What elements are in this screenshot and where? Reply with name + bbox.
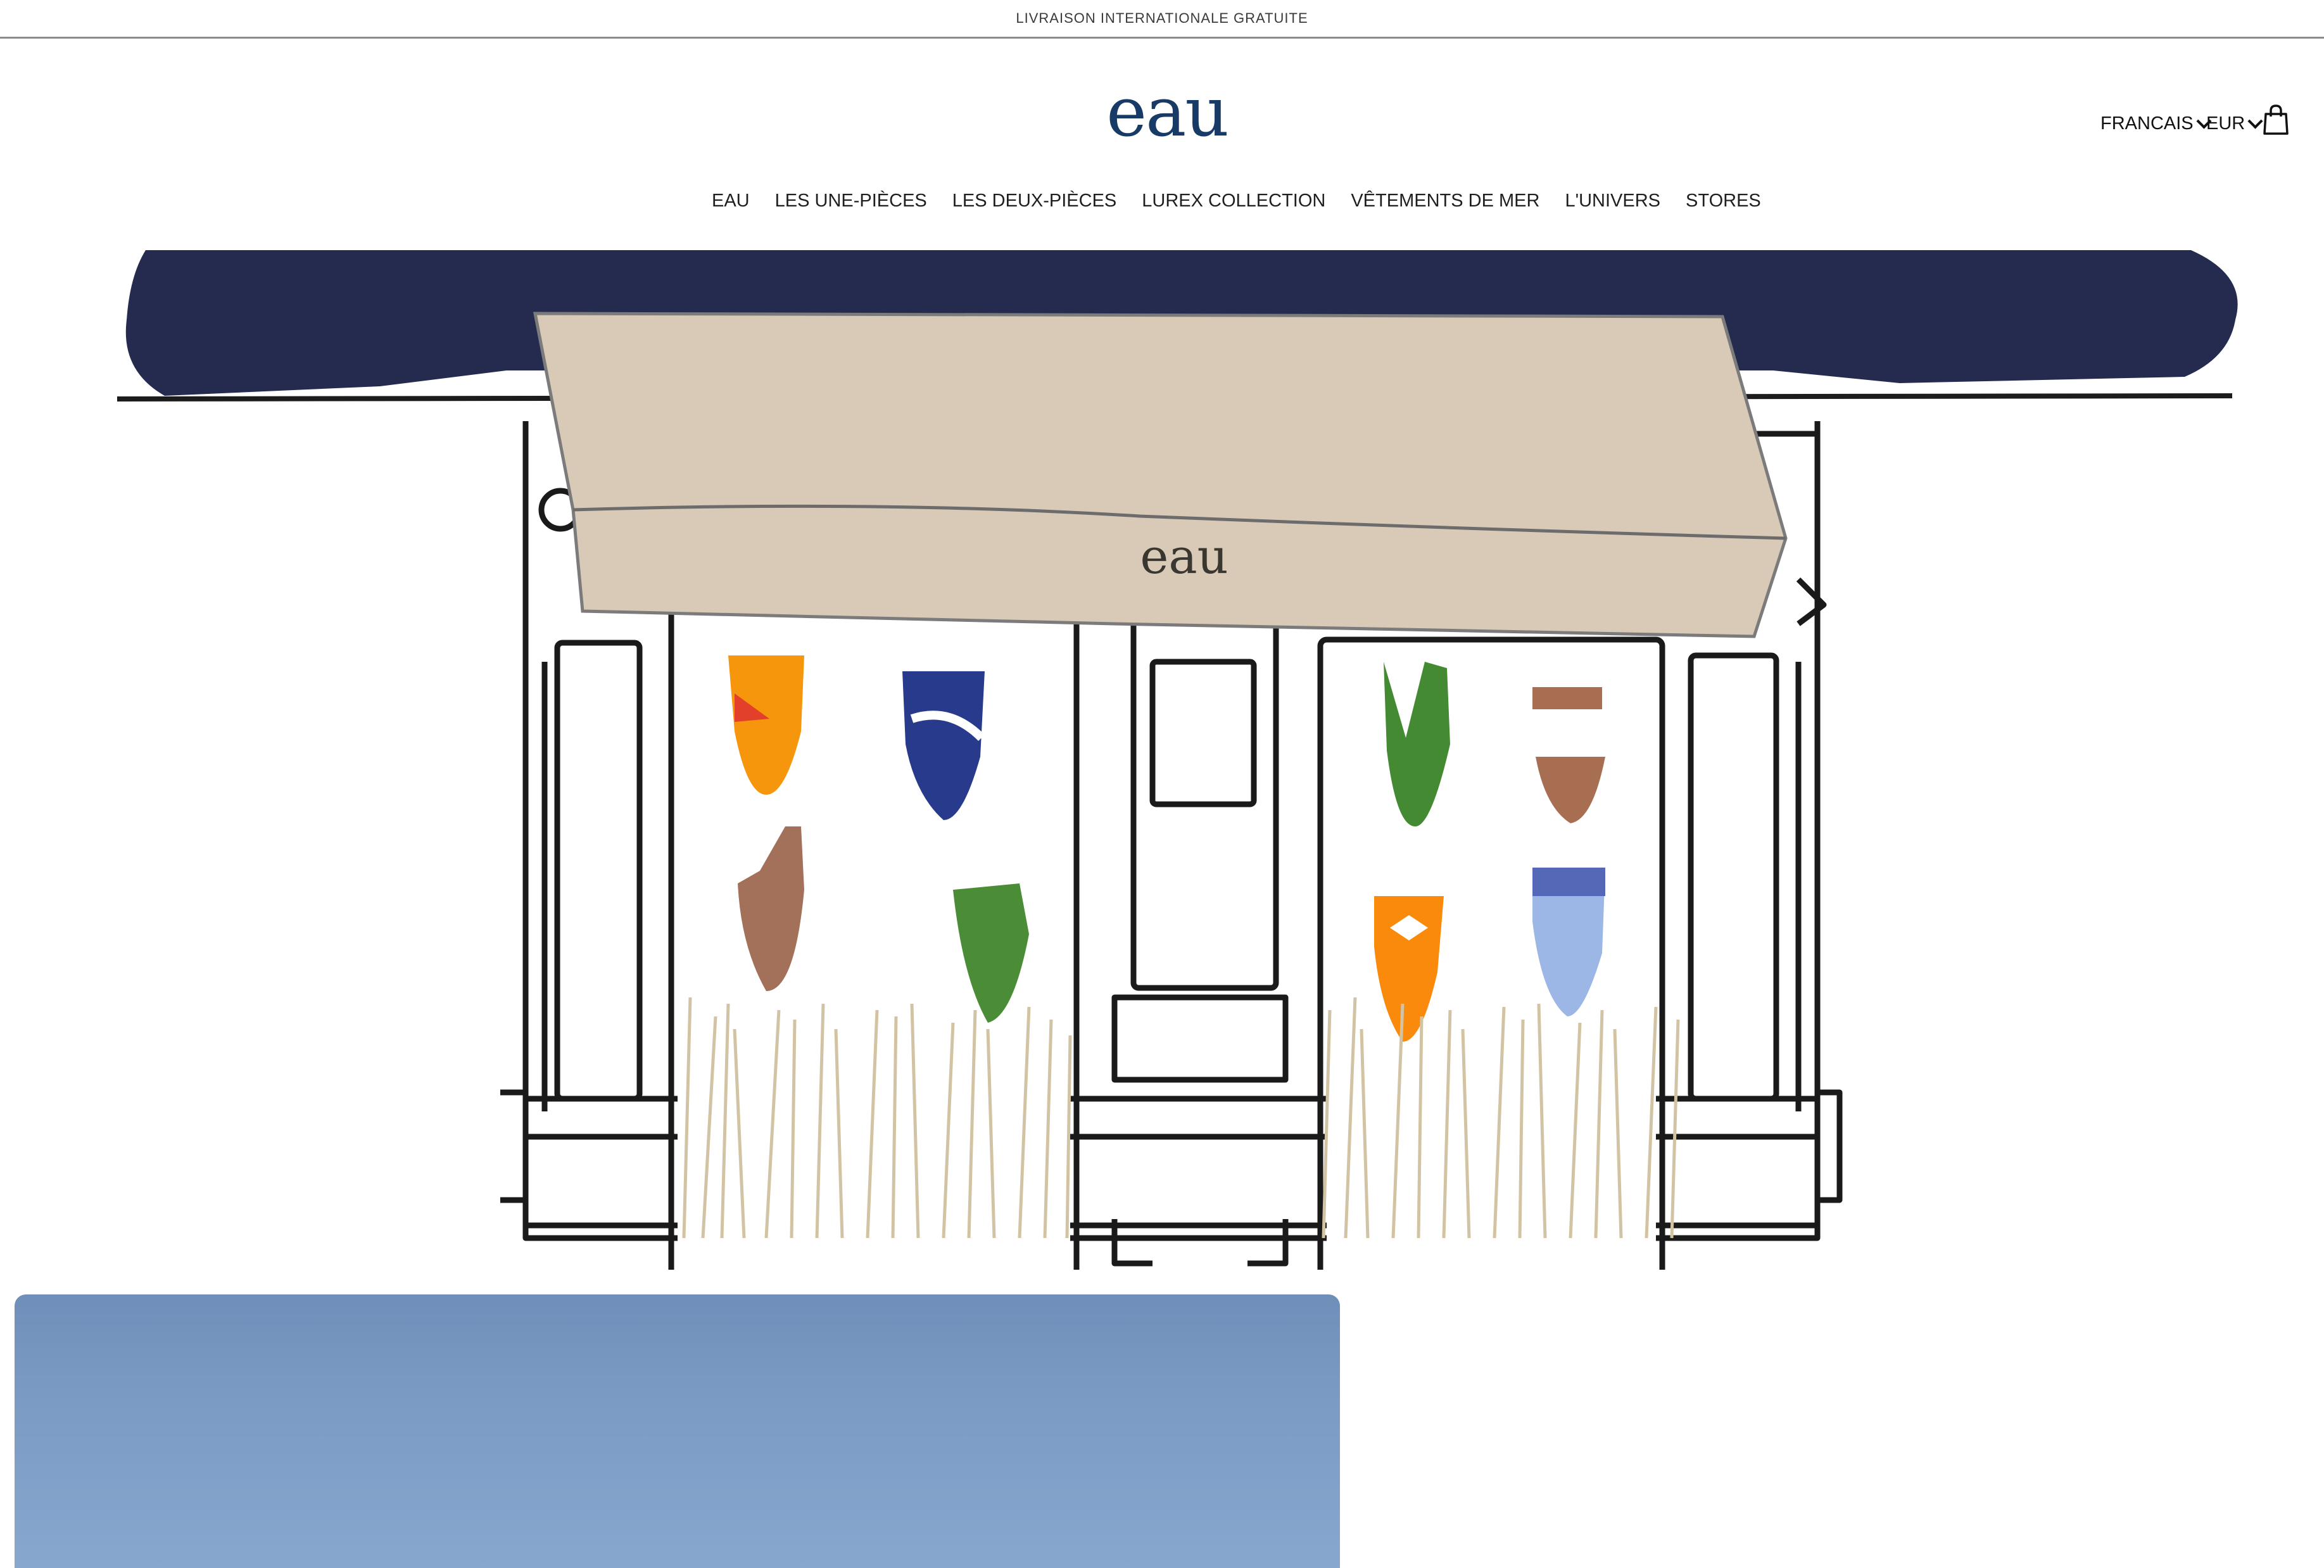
shopping-bag-icon[interactable] [2263, 104, 2289, 136]
nav-item-lurex[interactable]: LUREX COLLECTION [1142, 191, 1325, 212]
currency-selector[interactable]: EUR [2206, 108, 2263, 139]
currency-label: EUR [2206, 113, 2245, 134]
announcement-text: LIVRAISON INTERNATIONALE GRATUITE [1016, 10, 1308, 26]
main-navigation: EAU LES UNE-PIÈCES LES DEUX-PIÈCES LUREX… [712, 187, 1761, 214]
nav-item-une-pieces[interactable]: LES UNE-PIÈCES [775, 191, 927, 212]
language-label: FRANCAIS [2100, 113, 2194, 134]
brand-logo[interactable]: eau [1102, 79, 1232, 148]
announcement-bar: LIVRAISON INTERNATIONALE GRATUITE [0, 0, 2324, 39]
awning [533, 312, 1788, 638]
collection-image-panel[interactable] [15, 1294, 1340, 1568]
language-selector[interactable]: FRANCAIS [2100, 108, 2212, 139]
nav-item-univers[interactable]: L'UNIVERS [1565, 191, 1660, 212]
hero-illustration[interactable]: eau [0, 250, 2324, 1270]
nav-item-stores[interactable]: STORES [1686, 191, 1761, 212]
nav-item-deux-pieces[interactable]: LES DEUX-PIÈCES [952, 191, 1116, 212]
chevron-down-icon [2247, 113, 2263, 129]
bikini-brown [1532, 687, 1602, 709]
nav-item-eau[interactable]: EAU [712, 191, 750, 212]
awning-sign: eau [1140, 528, 1228, 585]
nav-item-vetements-de-mer[interactable]: VÊTEMENTS DE MER [1351, 191, 1539, 212]
